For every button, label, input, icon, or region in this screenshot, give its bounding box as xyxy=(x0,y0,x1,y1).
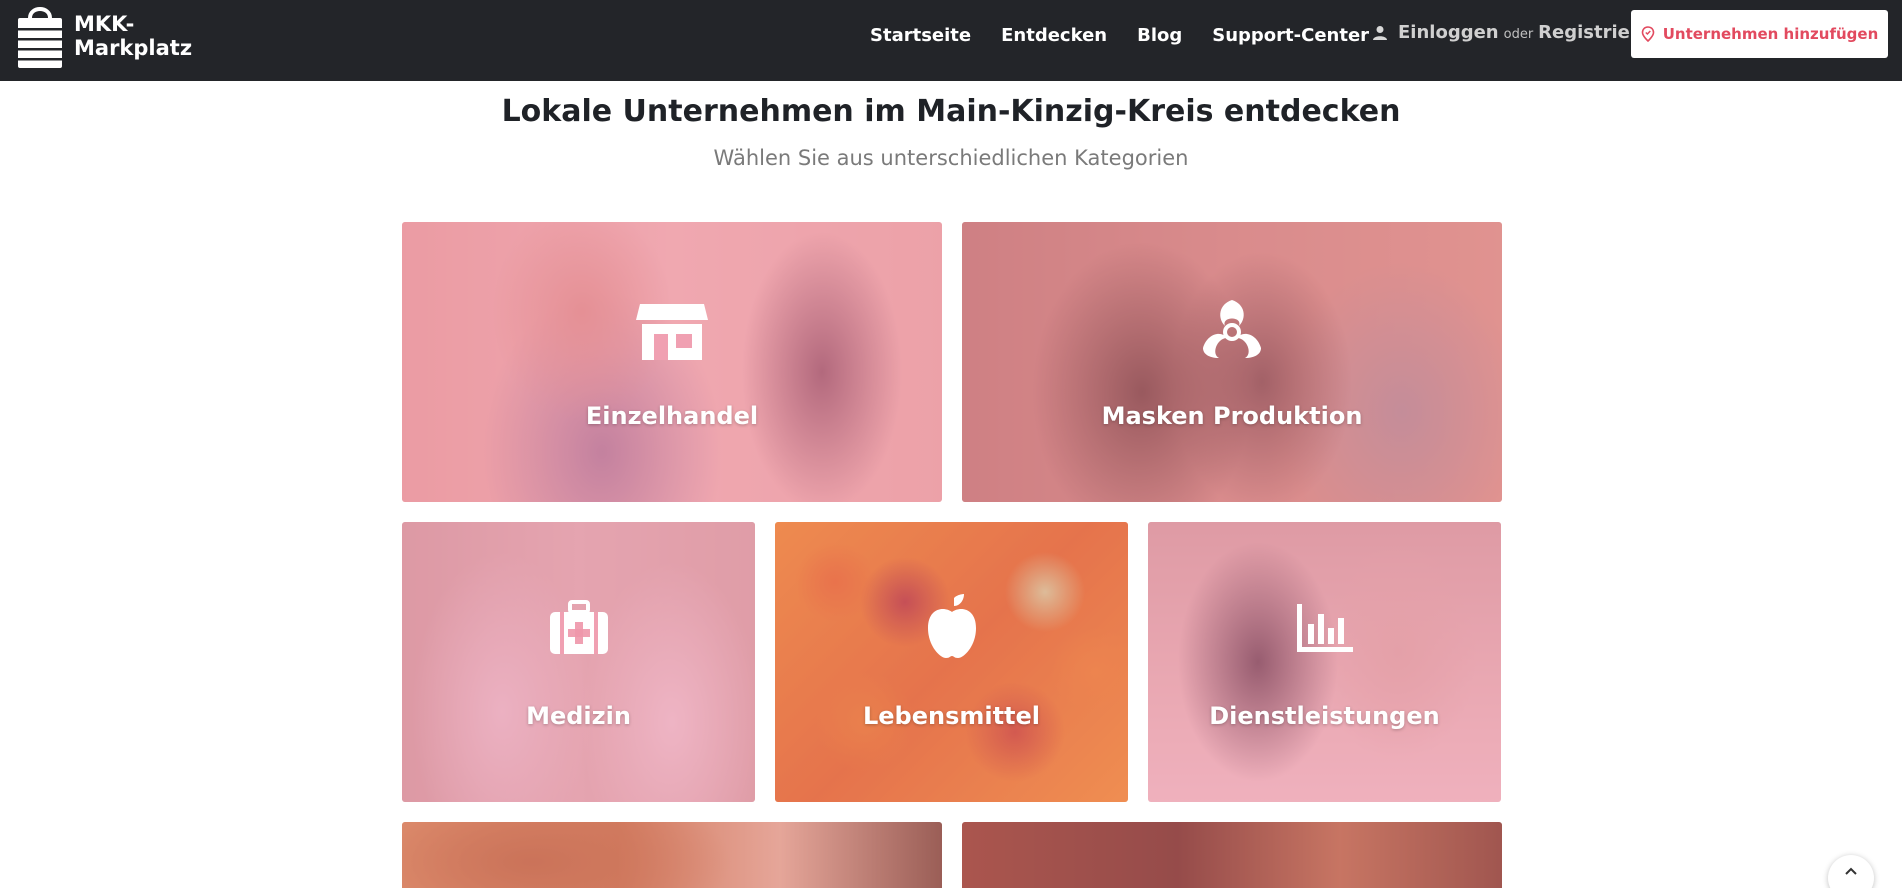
card-overlay xyxy=(1148,522,1501,802)
category-card-partial-left[interactable] xyxy=(402,822,942,888)
or-text: oder xyxy=(1503,27,1534,42)
user-icon xyxy=(1373,25,1387,40)
category-card-masken-produktion[interactable]: Masken Produktion xyxy=(962,222,1502,502)
card-label: Medizin xyxy=(526,702,631,730)
card-overlay xyxy=(402,522,755,802)
page-title: Lokale Unternehmen im Main-Kinzig-Kreis … xyxy=(501,94,1401,129)
main-nav: Startseite Entdecken Blog Support-Center xyxy=(870,24,1399,48)
shopping-bag-icon xyxy=(18,7,62,68)
auth-links: Einloggen oder Registrieren xyxy=(1372,22,1664,43)
card-label: Dienstleistungen xyxy=(1209,702,1440,730)
category-card-dienstleistungen[interactable]: Dienstleistungen xyxy=(1148,522,1501,802)
apple-icon xyxy=(927,594,976,658)
nav-startseite[interactable]: Startseite xyxy=(870,24,971,48)
category-card-partial-right[interactable] xyxy=(962,822,1502,888)
login-link[interactable]: Einloggen xyxy=(1398,22,1499,43)
biohazard-icon xyxy=(1203,300,1261,358)
store-icon xyxy=(636,304,708,360)
nav-support-center[interactable]: Support-Center xyxy=(1212,24,1369,48)
map-pin-icon xyxy=(1641,26,1655,42)
category-card-lebensmittel[interactable]: Lebensmittel xyxy=(775,522,1128,802)
nav-blog[interactable]: Blog xyxy=(1137,24,1182,48)
brand-line-1: MKK- xyxy=(74,12,135,36)
card-overlay xyxy=(962,822,1502,888)
card-overlay xyxy=(962,222,1502,502)
add-business-label: Unternehmen hinzufügen xyxy=(1662,25,1879,43)
category-card-einzelhandel[interactable]: Einzelhandel xyxy=(402,222,942,502)
brand-line-2: Markplatz xyxy=(74,36,193,60)
card-overlay xyxy=(775,522,1128,802)
scroll-to-top-button[interactable] xyxy=(1828,855,1874,888)
add-business-button[interactable]: Unternehmen hinzufügen xyxy=(1631,10,1888,58)
page-subtitle: Wählen Sie aus unterschiedlichen Kategor… xyxy=(713,146,1189,170)
logo[interactable]: MKK- Markplatz xyxy=(14,2,194,70)
card-overlay xyxy=(402,822,942,888)
card-label: Masken Produktion xyxy=(1101,402,1363,430)
chevron-up-icon xyxy=(1845,867,1857,875)
site-header: MKK- Markplatz Startseite Entdecken Blog… xyxy=(0,0,1902,81)
nav-entdecken[interactable]: Entdecken xyxy=(1001,24,1107,48)
brand-name: MKK- Markplatz xyxy=(74,12,194,60)
category-card-medizin[interactable]: Medizin xyxy=(402,522,755,802)
medkit-icon xyxy=(549,600,608,654)
bar-chart-icon xyxy=(1296,604,1353,652)
card-label: Lebensmittel xyxy=(862,702,1041,730)
card-label: Einzelhandel xyxy=(585,402,759,430)
card-overlay xyxy=(402,222,942,502)
